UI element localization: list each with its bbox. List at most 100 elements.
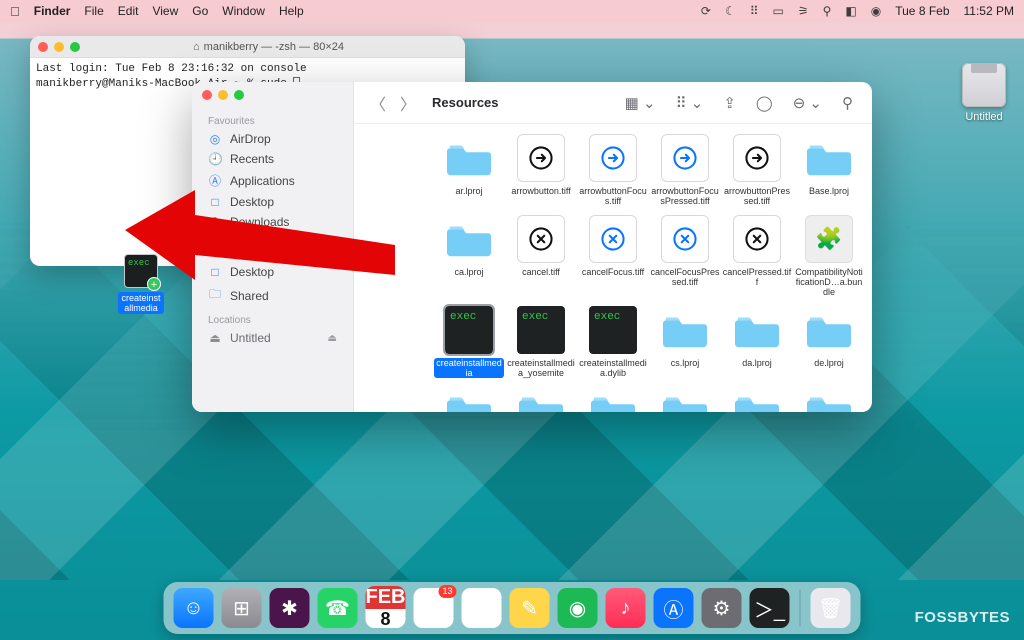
menu-edit[interactable]: Edit — [118, 4, 139, 18]
file-folder[interactable] — [578, 386, 648, 412]
file-folder[interactable] — [434, 386, 504, 412]
minimize-button[interactable] — [54, 42, 64, 52]
sidebar-item-applications[interactable]: ⒶApplications — [200, 169, 345, 192]
back-button[interactable]: 〈 — [368, 91, 388, 115]
finder-sidebar: Favourites ◎AirDrop 🕘Recents ⒶApplicatio… — [192, 82, 354, 412]
grid-spacer — [362, 215, 432, 298]
finder-window[interactable]: Favourites ◎AirDrop 🕘Recents ⒶApplicatio… — [192, 82, 872, 412]
dock-reminders[interactable]: ☰13 — [414, 588, 454, 628]
dock-spotify[interactable]: ◉ — [558, 588, 598, 628]
dock-preview[interactable]: 🖼 — [462, 588, 502, 628]
file-base-lproj[interactable]: Base.lproj — [794, 134, 864, 207]
menu-go[interactable]: Go — [192, 4, 208, 18]
file-label: de.lproj — [814, 358, 844, 368]
dock-whatsapp[interactable]: ☎ — [318, 588, 358, 628]
file-createinstallmedia[interactable]: execcreateinstallmedia — [434, 306, 504, 379]
group-options-icon[interactable]: ⠿ ⌄ — [671, 94, 709, 112]
file-arrowbuttonfocus-tiff[interactable]: arrowbuttonFocus.tiff — [578, 134, 648, 207]
file-folder[interactable] — [722, 386, 792, 412]
dock-slack[interactable]: ✱ — [270, 588, 310, 628]
fan-icon[interactable]: ⟳ — [701, 4, 711, 18]
wifi-icon[interactable]: ⚞ — [798, 4, 809, 18]
finder-icon-grid[interactable]: ar.lprojarrowbutton.tiffarrowbuttonFocus… — [354, 124, 872, 412]
menu-bar:  Finder File Edit View Go Window Help ⟳… — [0, 0, 1024, 22]
search-icon[interactable]: ⚲ — [837, 94, 858, 112]
spotlight-icon[interactable]: ⚲ — [823, 4, 832, 18]
sidebar-item-airdrop[interactable]: ◎AirDrop — [200, 129, 345, 149]
close-icon — [661, 215, 709, 263]
file-cancel-tiff[interactable]: cancel.tiff — [506, 215, 576, 298]
file-folder[interactable] — [506, 386, 576, 412]
dock-terminal[interactable]: ＞_ — [750, 588, 790, 628]
desktop-icon: □ — [208, 195, 222, 209]
dock-launchpad[interactable]: ⊞ — [222, 588, 262, 628]
sidebar-item-recents[interactable]: 🕘Recents — [200, 149, 345, 169]
finder-location: Resources — [432, 95, 498, 110]
file-cancelpressed-tiff[interactable]: cancelPressed.tiff — [722, 215, 792, 298]
tags-icon[interactable]: ◯ — [751, 94, 778, 112]
dock-system-preferences[interactable]: ⚙ — [702, 588, 742, 628]
file-createinstallmedia-dylib[interactable]: execcreateinstallmedia.dylib — [578, 306, 648, 379]
dock-appstore[interactable]: Ⓐ — [654, 588, 694, 628]
dragged-file[interactable]: exec + createinstallmedia — [118, 254, 164, 314]
file-folder[interactable] — [794, 386, 864, 412]
dock-calendar[interactable]: FEB8 — [366, 588, 406, 628]
file-cs-lproj[interactable]: cs.lproj — [650, 306, 720, 379]
file-arrowbuttonpressed-tiff[interactable]: arrowbuttonPressed.tiff — [722, 134, 792, 207]
reminders-badge: 13 — [438, 585, 456, 598]
do-not-disturb-icon[interactable]: ☾ — [725, 4, 736, 18]
desktop-volume-untitled[interactable]: Untitled — [962, 35, 1006, 123]
folder-icon — [445, 134, 493, 182]
minimize-button[interactable] — [218, 90, 228, 100]
close-icon — [589, 215, 637, 263]
menu-window[interactable]: Window — [222, 4, 265, 18]
desktop-icon: □ — [208, 265, 222, 279]
share-icon[interactable]: ⇪ — [718, 94, 741, 112]
close-button[interactable] — [202, 90, 212, 100]
zoom-button[interactable] — [234, 90, 244, 100]
dock-trash[interactable]: 🗑 — [811, 588, 851, 628]
display-icon[interactable]: ⠿ — [750, 4, 759, 18]
disk-icon — [962, 63, 1006, 107]
file-arrowbutton-tiff[interactable]: arrowbutton.tiff — [506, 134, 576, 207]
file-arrowbuttonfocuspressed-tiff[interactable]: arrowbuttonFocusPressed.tiff — [650, 134, 720, 207]
terminal-titlebar[interactable]: ⌂ manikberry — -zsh — 80×24 — [30, 36, 465, 58]
forward-button[interactable]: 〉 — [398, 91, 418, 115]
sidebar-item-shared[interactable]: 🗀Shared — [200, 282, 345, 309]
active-app-name[interactable]: Finder — [34, 4, 71, 18]
siri-icon[interactable]: ◉ — [871, 4, 881, 18]
file-ar-lproj[interactable]: ar.lproj — [434, 134, 504, 207]
dock-finder[interactable]: ☺ — [174, 588, 214, 628]
file-label: cancel.tiff — [522, 267, 560, 277]
file-da-lproj[interactable]: da.lproj — [722, 306, 792, 379]
sidebar-item-desktop[interactable]: □Desktop — [200, 192, 345, 212]
sidebar-item-desktop-2[interactable]: □Desktop — [200, 262, 345, 282]
control-center-icon[interactable]: ◧ — [845, 4, 856, 18]
sidebar-item-downloads[interactable]: ⬇Downloads — [200, 212, 345, 232]
apple-menu-icon[interactable]:  — [10, 4, 20, 19]
eject-icon[interactable]: ⏏ — [328, 333, 337, 344]
view-options-icon[interactable]: ▦ ⌄ — [620, 94, 661, 112]
file-ca-lproj[interactable]: ca.lproj — [434, 215, 504, 298]
file-label: createinstallmedia.dylib — [578, 358, 648, 379]
file-folder[interactable] — [650, 386, 720, 412]
file-cancelfocus-tiff[interactable]: cancelFocus.tiff — [578, 215, 648, 298]
sidebar-item-untitled-volume[interactable]: ⏏Untitled⏏ — [200, 328, 345, 348]
file-cancelfocuspressed-tiff[interactable]: cancelFocusPressed.tiff — [650, 215, 720, 298]
actions-icon[interactable]: ⊖ ⌄ — [788, 94, 827, 112]
file-createinstallmedia-yosemite[interactable]: execcreateinstallmedia_yosemite — [506, 306, 576, 379]
file-label: arrowbuttonFocusPressed.tiff — [650, 186, 720, 207]
battery-icon[interactable]: ▭ — [773, 4, 784, 18]
menu-file[interactable]: File — [84, 4, 103, 18]
dock-music[interactable]: ♪ — [606, 588, 646, 628]
zoom-button[interactable] — [70, 42, 80, 52]
dock-notes[interactable]: ✎ — [510, 588, 550, 628]
close-button[interactable] — [38, 42, 48, 52]
menu-help[interactable]: Help — [279, 4, 304, 18]
close-icon — [733, 215, 781, 263]
menubar-date[interactable]: Tue 8 Feb — [895, 4, 949, 18]
menu-view[interactable]: View — [152, 4, 178, 18]
menubar-time[interactable]: 11:52 PM — [964, 4, 1014, 18]
file-compatibilitynotificationd-a-bundle[interactable]: 🧩CompatibilityNotificationD…a.bundle — [794, 215, 864, 298]
file-de-lproj[interactable]: de.lproj — [794, 306, 864, 379]
